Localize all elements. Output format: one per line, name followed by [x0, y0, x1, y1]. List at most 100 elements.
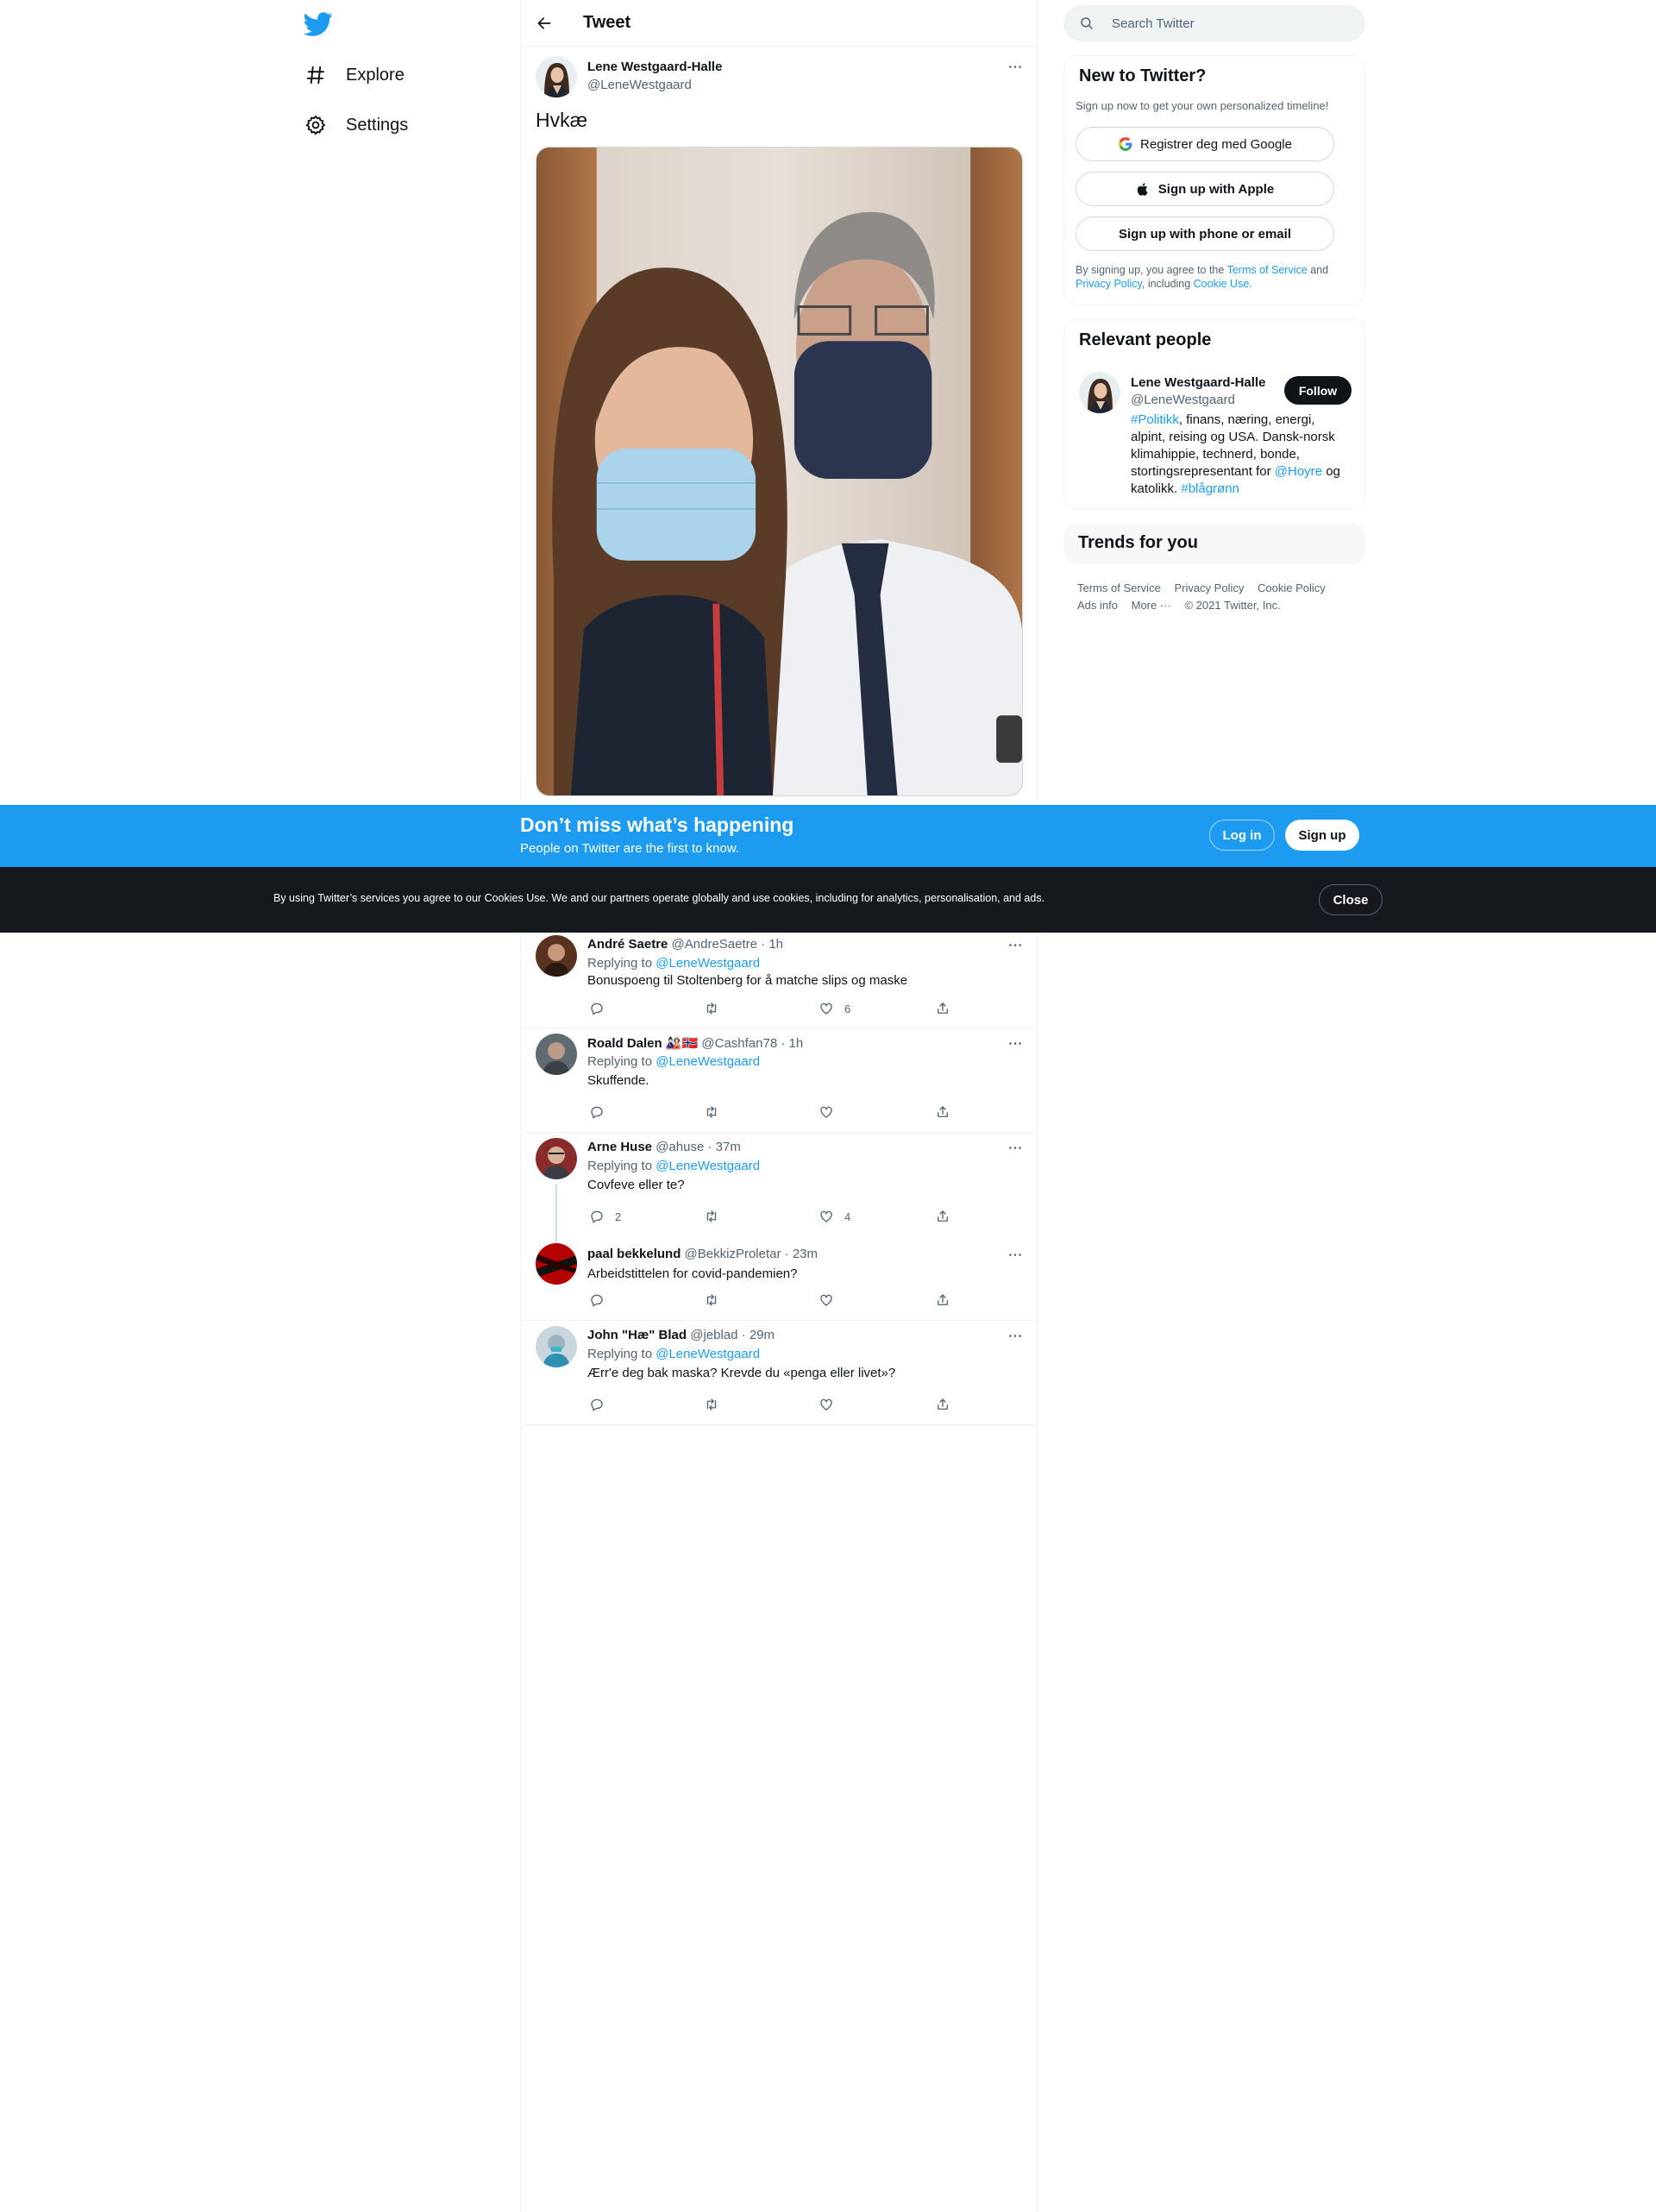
reply-author-name[interactable]: André Saetre	[587, 937, 668, 952]
share-action[interactable]	[935, 1104, 950, 1120]
avatar[interactable]	[536, 1243, 577, 1285]
retweet-action[interactable]	[704, 1397, 719, 1412]
avatar[interactable]	[536, 935, 577, 977]
reply-tweet[interactable]: John "Hæ" Blad @jeblad · 29m Replying to…	[521, 1321, 1037, 1425]
share-action[interactable]	[935, 1001, 950, 1016]
reply-action[interactable]	[589, 1397, 605, 1412]
retweet-action[interactable]	[704, 1001, 730, 1016]
like-action[interactable]	[819, 1292, 834, 1308]
retweet-icon	[706, 1294, 717, 1306]
mention-link[interactable]: @LeneWestgaard	[656, 1347, 760, 1361]
avatar[interactable]	[536, 56, 577, 97]
avatar[interactable]	[536, 1034, 577, 1075]
reply-action[interactable]	[589, 1292, 605, 1308]
banner-title: Don’t miss what’s happening	[520, 814, 794, 836]
avatar[interactable]	[536, 1138, 577, 1179]
replying-to: Replying to @LeneWestgaard	[587, 1054, 760, 1069]
more-options-icon[interactable]	[1004, 1138, 1026, 1157]
reply-author-handle[interactable]: @jeblad	[690, 1328, 737, 1342]
cookies-use-link[interactable]: Cookies Use	[485, 892, 546, 904]
retweet-action[interactable]	[704, 1292, 719, 1308]
google-signup-button[interactable]: Registrer deg med Google	[1076, 127, 1334, 161]
avatar[interactable]	[536, 1326, 577, 1367]
tweet-actions	[583, 1397, 963, 1414]
privacy-policy-link[interactable]: Privacy Policy	[1076, 278, 1142, 290]
hashtag-link[interactable]: #blågrønn	[1181, 481, 1239, 496]
tweet-photo[interactable]	[536, 147, 1023, 796]
google-signup-label: Registrer deg med Google	[1140, 136, 1292, 152]
back-arrow-icon[interactable]	[530, 9, 559, 38]
search-box[interactable]	[1063, 5, 1365, 41]
mention-link[interactable]: @LeneWestgaard	[656, 956, 760, 971]
cookie-consent-bar: By using Twitter’s services you agree to…	[0, 867, 1656, 933]
reply-author-handle[interactable]: @BekkizProletar	[685, 1247, 781, 1261]
reply-action[interactable]: 2	[589, 1209, 621, 1224]
footer-ads-link[interactable]: Ads info	[1077, 597, 1118, 614]
terms-of-service-link[interactable]: Terms of Service	[1227, 264, 1308, 276]
banner-subtitle: People on Twitter are the first to know.	[520, 841, 740, 856]
cookie-use-link[interactable]: Cookie Use.	[1194, 278, 1252, 290]
reply-tweet[interactable]: Arne Huse @ahuse · 37m Replying to @Lene…	[521, 1133, 1037, 1243]
person-name[interactable]: Lene Westgaard-Halle	[1131, 375, 1265, 390]
footer-cookie-link[interactable]: Cookie Policy	[1258, 580, 1326, 597]
card-title: Relevant people	[1079, 330, 1212, 349]
like-action[interactable]	[819, 1397, 834, 1412]
reply-action[interactable]	[589, 1104, 605, 1120]
twitter-bird-icon[interactable]	[303, 9, 333, 39]
reply-author-name[interactable]: Arne Huse	[587, 1140, 652, 1154]
retweet-action[interactable]	[704, 1104, 719, 1120]
reply-tweet[interactable]: paal bekkelund @BekkizProletar · 23m Arb…	[521, 1235, 1037, 1321]
more-options-icon[interactable]	[1004, 1326, 1026, 1345]
reply-count: 2	[615, 1210, 622, 1223]
follow-button[interactable]: Follow	[1284, 376, 1352, 405]
share-action[interactable]	[935, 1209, 950, 1224]
reply-author-name[interactable]: paal bekkelund	[587, 1247, 681, 1261]
nav-item-explore[interactable]: Explore	[303, 56, 405, 94]
like-action[interactable]	[819, 1104, 834, 1120]
apple-signup-button[interactable]: Sign up with Apple	[1076, 172, 1334, 206]
mention-link[interactable]: @Hoyre	[1275, 464, 1322, 479]
footer-privacy-link[interactable]: Privacy Policy	[1174, 580, 1244, 597]
author-name[interactable]: Lene Westgaard-Halle	[587, 60, 722, 74]
login-banner: Don’t miss what’s happening People on Tw…	[0, 805, 1656, 867]
reply-tweet[interactable]: André Saetre @AndreSaetre · 1h Replying …	[521, 930, 1037, 1028]
hashtag-link[interactable]: #Politikk	[1131, 412, 1179, 427]
phone-email-signup-button[interactable]: Sign up with phone or email	[1076, 217, 1334, 251]
share-action[interactable]	[935, 1292, 950, 1308]
footer-terms-link[interactable]: Terms of Service	[1077, 580, 1161, 597]
reply-tweet[interactable]: Roald Dalen 🎎🇳🇴 @Cashfan78 · 1h Replying…	[521, 1028, 1037, 1133]
nav-item-settings[interactable]: Settings	[303, 106, 408, 144]
search-input[interactable]	[1112, 5, 1345, 41]
reply-author-name[interactable]: Roald Dalen	[587, 1036, 662, 1051]
reply-author-name[interactable]: John "Hæ" Blad	[587, 1328, 687, 1342]
like-action[interactable]: 6	[819, 1001, 850, 1016]
avatar[interactable]	[1079, 372, 1120, 413]
reply-header: André Saetre @AndreSaetre · 1h	[587, 937, 783, 952]
signup-button[interactable]: Sign up	[1285, 820, 1359, 851]
nav-label-explore: Explore	[346, 65, 405, 85]
author-handle[interactable]: @LeneWestgaard	[587, 78, 692, 92]
reply-author-handle[interactable]: @Cashfan78	[701, 1036, 777, 1051]
more-options-icon[interactable]	[1004, 1245, 1026, 1264]
share-icon	[938, 1106, 948, 1117]
close-cookie-button[interactable]: Close	[1319, 884, 1383, 915]
reply-action[interactable]	[589, 1001, 615, 1016]
more-options-icon[interactable]	[1004, 935, 1026, 954]
login-button[interactable]: Log in	[1209, 820, 1275, 851]
person-handle[interactable]: @LeneWestgaard	[1131, 393, 1235, 407]
reply-author-handle[interactable]: @AndreSaetre	[672, 937, 757, 952]
more-options-icon[interactable]	[1004, 57, 1026, 76]
retweet-action[interactable]	[704, 1209, 719, 1224]
like-action[interactable]: 4	[819, 1209, 850, 1224]
footer-more-link[interactable]: More ···	[1132, 597, 1171, 614]
mention-link[interactable]: @LeneWestgaard	[656, 1159, 760, 1173]
share-action[interactable]	[935, 1397, 950, 1412]
more-options-icon[interactable]	[1004, 1034, 1026, 1053]
reply-timestamp[interactable]: 23m	[793, 1247, 818, 1261]
reply-timestamp[interactable]: 1h	[768, 937, 783, 952]
reply-timestamp[interactable]: 1h	[789, 1036, 804, 1051]
reply-timestamp[interactable]: 29m	[750, 1328, 775, 1342]
reply-timestamp[interactable]: 37m	[716, 1140, 741, 1154]
mention-link[interactable]: @LeneWestgaard	[656, 1054, 760, 1069]
reply-author-handle[interactable]: @ahuse	[656, 1140, 704, 1154]
